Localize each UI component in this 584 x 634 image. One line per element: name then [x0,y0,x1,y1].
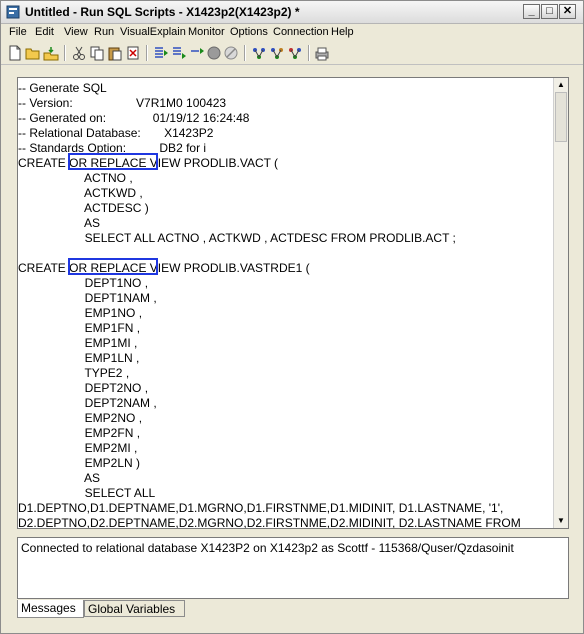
maximize-button[interactable]: □ [541,4,558,19]
new-file-icon[interactable] [7,45,23,61]
code-line: -- Generate SQL [18,81,107,95]
code-line: EMP1FN , [18,321,141,335]
minimize-button[interactable]: _ [523,4,540,19]
save-icon[interactable] [43,45,59,61]
code-line: EMP2LN ) [18,456,141,470]
code-line: ACTKWD , [18,186,143,200]
code-line: SELECT ALL ACTNO , ACTKWD , ACTDESC FROM… [18,231,456,245]
toolbar-separator [244,45,246,61]
paste-icon[interactable] [107,45,123,61]
scrollbar-thumb[interactable] [555,92,567,142]
scroll-up-arrow-icon[interactable]: ▲ [555,79,567,91]
code-line: DEPT1NAM , [18,291,157,305]
tab-global-variables[interactable]: Global Variables [84,600,185,617]
code-line: EMP1NO , [18,306,143,320]
scroll-down-arrow-icon[interactable]: ▼ [555,515,567,527]
menu-file[interactable]: File [9,26,27,38]
code-line: AS [18,471,101,485]
cut-icon[interactable] [71,45,87,61]
close-button[interactable]: ✕ [559,4,576,19]
menu-run[interactable]: Run [94,26,114,38]
delete-icon[interactable] [125,45,141,61]
app-icon [6,5,20,19]
visual-explain-icon[interactable] [287,45,303,61]
toolbar-separator [64,45,66,61]
code-line: EMP2FN , [18,426,141,440]
code-line: EMP2NO , [18,411,143,425]
copy-icon[interactable] [89,45,105,61]
code-line: DEPT2NO , [18,381,149,395]
code-line: ACTDESC ) [18,201,149,215]
editor-vertical-scrollbar[interactable]: ▲ ▼ [553,78,568,528]
open-file-icon[interactable] [25,45,41,61]
code-line: SELECT ALL [18,486,156,500]
code-line: -- Generated on: 01/19/12 16:24:48 [18,111,250,125]
menu-edit[interactable]: Edit [35,26,54,38]
tab-messages[interactable]: Messages [17,600,84,618]
sql-script-text[interactable]: -- Generate SQL -- Version: V7R1M0 100423… [18,81,555,529]
window-title: Untitled - Run SQL Scripts - X1423p2(X14… [25,5,300,19]
or-replace-highlight-box [68,153,158,170]
code-line: AS [18,216,101,230]
or-replace-highlight-box [68,258,158,275]
run-from-selected-icon[interactable] [171,45,187,61]
messages-panel: Connected to relational database X1423P2… [17,537,569,599]
run-selected-icon[interactable] [189,45,205,61]
cancel-icon[interactable] [223,45,239,61]
stop-icon[interactable] [206,45,222,61]
toolbar-separator [146,45,148,61]
code-line: EMP1MI , [18,336,138,350]
title-bar[interactable]: Untitled - Run SQL Scripts - X1423p2(X14… [1,1,583,24]
menu-help[interactable]: Help [331,26,354,38]
code-line: D1.DEPTNO,D1.DEPTNAME,D1.MGRNO,D1.FIRSTN… [18,501,504,515]
code-line: EMP2MI , [18,441,138,455]
sql-editor[interactable]: -- Generate SQL -- Version: V7R1M0 100423… [17,77,569,529]
menu-connection[interactable]: Connection [273,26,329,38]
toolbar [1,42,583,65]
code-line: TYPE2 , [18,366,130,380]
menu-bar: File Edit View Run VisualExplain Monitor… [1,24,583,41]
menu-view[interactable]: View [64,26,88,38]
print-icon[interactable] [314,45,330,61]
code-line: -- Version: V7R1M0 100423 [18,96,227,110]
code-line: D2.DEPTNO,D2.DEPTNAME,D2.MGRNO,D2.FIRSTN… [18,516,521,529]
explain-icon[interactable] [251,45,267,61]
run-all-icon[interactable] [153,45,169,61]
menu-monitor[interactable]: Monitor [188,26,225,38]
code-line: DEPT2NAM , [18,396,157,410]
code-line: -- Relational Database: X1423P2 [18,126,214,140]
app-window: Untitled - Run SQL Scripts - X1423p2(X14… [0,0,584,634]
toolbar-separator [308,45,310,61]
code-line: EMP1LN , [18,351,140,365]
code-line: DEPT1NO , [18,276,149,290]
code-line: ACTNO , [18,171,133,185]
menu-options[interactable]: Options [230,26,268,38]
menu-visualexplain[interactable]: VisualExplain [120,26,186,38]
run-and-explain-icon[interactable] [269,45,285,61]
connection-status-message: Connected to relational database X1423P2… [21,541,514,555]
